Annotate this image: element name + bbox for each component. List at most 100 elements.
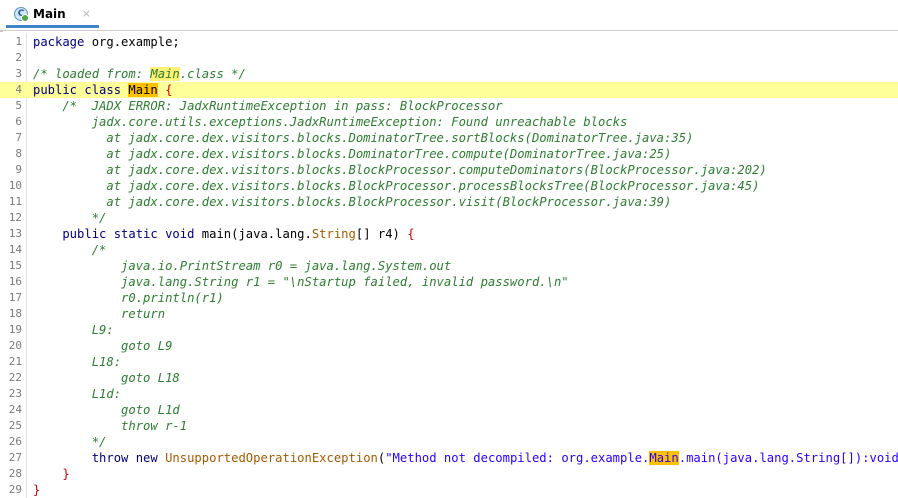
code-token: /* (33, 243, 107, 257)
code-token: } (33, 483, 41, 497)
code-line[interactable]: 18 return (0, 306, 898, 322)
code-text: jadx.core.utils.exceptions.JadxRuntimeEx… (33, 114, 628, 130)
code-text: public static void main(java.lang.String… (33, 226, 415, 242)
close-icon[interactable]: × (82, 7, 91, 20)
code-line[interactable]: 14 /* (0, 242, 898, 258)
line-number: 19 (8, 323, 22, 336)
code-line[interactable]: 9 at jadx.core.dex.visitors.blocks.Block… (0, 162, 898, 178)
code-token: at jadx.core.dex.visitors.blocks.Dominat… (33, 147, 672, 161)
line-number: 26 (8, 435, 22, 448)
code-token: /* JADX ERROR: JadxRuntimeException in p… (33, 99, 503, 113)
code-line[interactable]: 7 at jadx.core.dex.visitors.blocks.Domin… (0, 130, 898, 146)
code-token: */ (33, 435, 107, 449)
code-line[interactable]: 20 goto L9 (0, 338, 898, 354)
code-line[interactable]: 4 public class Main { (0, 82, 898, 98)
line-number: 17 (8, 291, 22, 304)
code-editor[interactable]: 1 package org.example; 2 3/* loaded from: M… (0, 33, 898, 498)
code-token: jadx.core.utils.exceptions.JadxRuntimeEx… (33, 115, 628, 129)
code-text: /* (33, 242, 107, 258)
code-line[interactable]: 15 java.io.PrintStream r0 = java.lang.Sy… (0, 258, 898, 274)
code-line[interactable]: 17 r0.println(r1) (0, 290, 898, 306)
code-token: String (311, 227, 356, 241)
code-text: */ (33, 210, 107, 226)
line-number: 1 (15, 35, 22, 48)
line-number: 22 (8, 371, 22, 384)
code-token: at jadx.core.dex.visitors.blocks.BlockPr… (33, 195, 672, 209)
code-line[interactable]: 10 at jadx.core.dex.visitors.blocks.Bloc… (0, 178, 898, 194)
code-line[interactable]: 27 throw new UnsupportedOperationExcepti… (0, 450, 898, 466)
tab-main[interactable]: C Main × (6, 2, 99, 28)
line-number: 21 (8, 355, 22, 368)
code-line[interactable]: 13 public static void main(java.lang.Str… (0, 226, 898, 242)
code-token: "Method not decompiled: org.example. (385, 451, 650, 465)
line-number: 13 (8, 227, 22, 240)
code-token: public static void (33, 227, 202, 241)
code-text: } (33, 482, 40, 498)
line-number: 24 (8, 403, 22, 416)
code-token: */ (33, 211, 107, 225)
code-line[interactable]: 2 (0, 50, 898, 66)
code-text: package org.example; (33, 34, 180, 50)
line-number: 4 (15, 83, 22, 96)
code-text: at jadx.core.dex.visitors.blocks.BlockPr… (33, 162, 767, 178)
code-token: at jadx.core.dex.visitors.blocks.BlockPr… (33, 163, 767, 177)
code-token: L18: (33, 355, 122, 369)
code-token: package (33, 35, 85, 49)
code-text: java.lang.String r1 = "\nStartup failed,… (33, 274, 569, 290)
code-token: throw r-1 (33, 419, 188, 433)
code-line[interactable]: 8 at jadx.core.dex.visitors.blocks.Domin… (0, 146, 898, 162)
code-line[interactable]: 12 */ (0, 210, 898, 226)
code-line[interactable]: 5 /* JADX ERROR: JadxRuntimeException in… (0, 98, 898, 114)
code-token: goto L9 (33, 339, 173, 353)
code-token: java.io.PrintStream r0 = java.lang.Syste… (33, 259, 452, 273)
code-token: L1d: (33, 387, 122, 401)
line-number: 3 (15, 67, 22, 80)
line-number: 8 (15, 147, 22, 160)
code-token: .main(java.lang.String[]):void" (678, 451, 898, 465)
code-line[interactable]: 26 */ (0, 434, 898, 450)
code-line[interactable]: 19 L9: (0, 322, 898, 338)
code-line[interactable]: 1 package org.example; (0, 34, 898, 50)
line-number: 10 (8, 179, 22, 192)
line-number: 20 (8, 339, 22, 352)
line-number: 5 (15, 99, 22, 112)
code-line[interactable]: 25 throw r-1 (0, 418, 898, 434)
code-token: throw new (33, 451, 166, 465)
search-match: Main (649, 451, 679, 465)
editor-tab-bar: C Main × (0, 0, 898, 31)
code-line[interactable]: 6 jadx.core.utils.exceptions.JadxRuntime… (0, 114, 898, 130)
code-text: java.io.PrintStream r0 = java.lang.Syste… (33, 258, 451, 274)
code-line[interactable]: 22 goto L18 (0, 370, 898, 386)
line-number: 7 (15, 131, 22, 144)
code-text: L18: (33, 354, 121, 370)
code-line[interactable]: 21 L18: (0, 354, 898, 370)
code-token: r0.println(r1) (33, 291, 224, 305)
line-number: 16 (8, 275, 22, 288)
code-token: UnsupportedOperationException (165, 451, 378, 465)
code-token: at jadx.core.dex.visitors.blocks.BlockPr… (33, 179, 760, 193)
code-token: at jadx.core.dex.visitors.blocks.Dominat… (33, 131, 694, 145)
code-text: L1d: (33, 386, 121, 402)
code-text: goto L9 (33, 338, 172, 354)
code-line[interactable]: 28 } (0, 466, 898, 482)
code-text: at jadx.core.dex.visitors.blocks.BlockPr… (33, 194, 671, 210)
code-line[interactable]: 29} (0, 482, 898, 498)
code-token: java.lang.String r1 = "\nStartup failed,… (33, 275, 569, 289)
code-token: { (407, 227, 415, 241)
code-token: main(java.lang. (201, 227, 312, 241)
code-text: L9: (33, 322, 114, 338)
code-token: return (33, 307, 166, 321)
code-token: { (157, 83, 173, 97)
code-token: .class */ (179, 67, 246, 81)
line-number: 2 (15, 51, 22, 64)
line-number: 11 (8, 195, 22, 208)
line-number: 14 (8, 243, 22, 256)
code-token: [] r4) (355, 227, 408, 241)
code-line[interactable]: 24 goto L1d (0, 402, 898, 418)
code-text: throw r-1 (33, 418, 187, 434)
line-number: 25 (8, 419, 22, 432)
code-line[interactable]: 3 /* loaded from: Main.class */ (0, 66, 898, 82)
code-line[interactable]: 11 at jadx.core.dex.visitors.blocks.Bloc… (0, 194, 898, 210)
code-line[interactable]: 16 java.lang.String r1 = "\nStartup fail… (0, 274, 898, 290)
code-line[interactable]: 23 L1d: (0, 386, 898, 402)
